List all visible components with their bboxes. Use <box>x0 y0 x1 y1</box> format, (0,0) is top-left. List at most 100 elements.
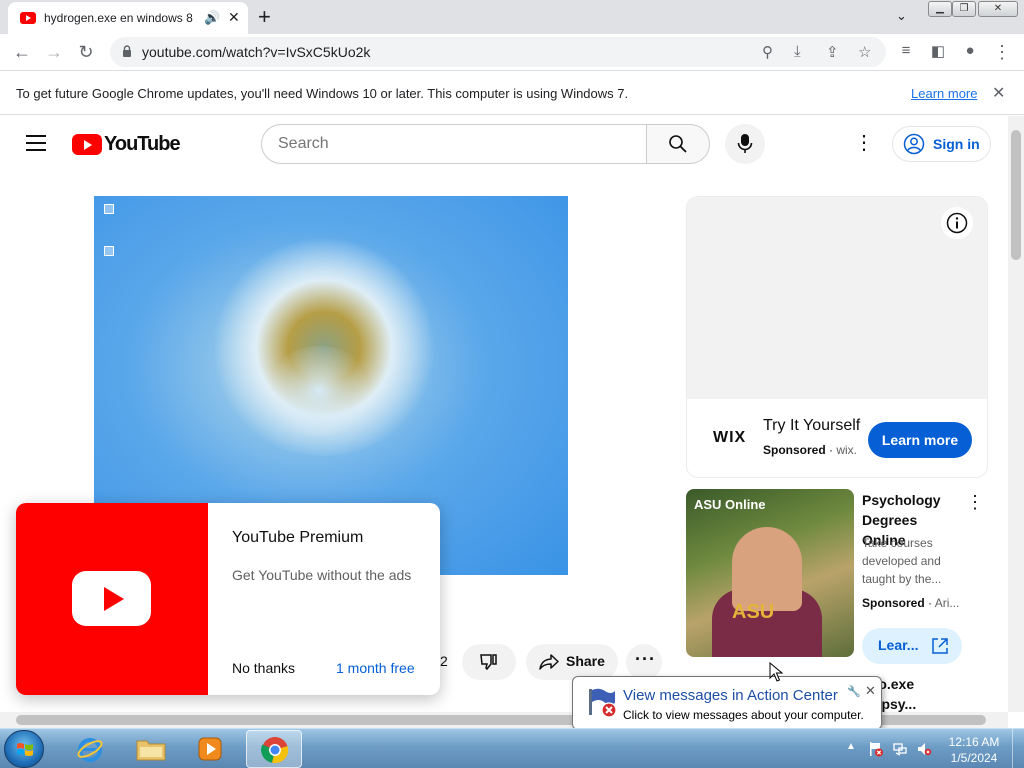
desktop-icon <box>104 246 114 256</box>
reload-icon[interactable]: ↻ <box>76 42 96 63</box>
settings-more-icon[interactable]: ⋮ <box>852 132 876 156</box>
windows-explorer-taskbar-button[interactable] <box>122 730 178 768</box>
share-label: Share <box>566 653 605 669</box>
browser-toolbar: ← → ↻ youtube.com/watch?v=IvSxC5kUo2k ⚲ … <box>0 34 1024 71</box>
account-circle-icon <box>903 133 925 155</box>
action-center-balloon[interactable]: View messages in Action Center Click to … <box>572 676 882 743</box>
install-app-icon[interactable]: ⤓ <box>794 43 801 60</box>
share-button[interactable]: Share <box>526 644 618 680</box>
youtube-play-logo-icon <box>72 134 102 155</box>
restore-button[interactable]: ❐ <box>952 1 976 17</box>
sign-in-button[interactable]: Sign in <box>892 126 991 162</box>
balloon-close-icon[interactable]: ✕ <box>865 683 876 699</box>
address-bar[interactable]: youtube.com/watch?v=IvSxC5kUo2k ⚲ ⤓ ⇪ ☆ <box>110 37 886 67</box>
share-page-icon[interactable]: ⇪ <box>826 43 839 61</box>
speaker-icon[interactable]: 🔊 <box>204 10 220 26</box>
tab-close-icon[interactable]: ✕ <box>228 9 240 26</box>
vertical-scroll-thumb[interactable] <box>1011 130 1021 260</box>
media-player-icon <box>198 737 222 761</box>
minimize-button[interactable]: ▁ <box>928 1 952 17</box>
ad-brand-logo: WIX <box>713 429 747 446</box>
ad-headline[interactable]: Try It Yourself <box>763 417 863 435</box>
back-arrow-icon[interactable]: ← <box>12 42 32 63</box>
external-link-icon <box>932 638 948 654</box>
media-player-taskbar-button[interactable] <box>182 730 238 768</box>
tab-strip: hydrogen.exe en windows 8 🔊 ✕ + ⌄ ▁ ❐ ✕ <box>0 0 1024 34</box>
promo-thumb-person <box>732 527 802 611</box>
windows-taskbar: ▲ 12:16 AM 1/5/2024 <box>0 728 1024 768</box>
youtube-logo-text: YouTube <box>104 133 181 155</box>
tray-expand-icon[interactable]: ▲ <box>846 741 856 752</box>
show-desktop-button[interactable] <box>1012 729 1024 768</box>
mouse-cursor-icon <box>769 662 783 682</box>
premium-promo-popup: YouTube Premium Get YouTube without the … <box>16 503 440 695</box>
media-control-icon[interactable]: ≡ <box>896 42 916 59</box>
wrench-icon[interactable]: 🔧 <box>847 685 861 698</box>
browser-tab[interactable]: hydrogen.exe en windows 8 🔊 ✕ <box>8 2 248 34</box>
start-button[interactable] <box>4 730 44 768</box>
youtube-favicon-icon <box>20 12 36 24</box>
network-icon[interactable] <box>892 741 908 757</box>
ad-card: WIX Try It Yourself Sponsored · wix. Lea… <box>686 196 988 478</box>
hamburger-menu-icon[interactable] <box>26 135 46 151</box>
zoom-search-icon[interactable]: ⚲ <box>762 43 773 61</box>
promo-more-icon[interactable]: ⋮ <box>966 492 984 513</box>
internet-explorer-icon <box>77 738 103 762</box>
vertical-scrollbar[interactable] <box>1008 116 1024 712</box>
youtube-page: YouTube ⋮ Sign in 2 <box>0 116 1008 712</box>
premium-title: YouTube Premium <box>232 529 364 546</box>
lock-icon <box>123 45 131 57</box>
forward-arrow-icon[interactable]: → <box>44 42 64 63</box>
balloon-text: Click to view messages about your comput… <box>623 708 864 722</box>
volume-muted-icon[interactable] <box>916 741 932 757</box>
folder-icon <box>136 740 166 761</box>
free-trial-button[interactable]: 1 month free <box>336 660 415 676</box>
url-text: youtube.com/watch?v=IvSxC5kUo2k <box>142 44 371 60</box>
no-thanks-button[interactable]: No thanks <box>232 660 295 676</box>
balloon-title[interactable]: View messages in Action Center <box>623 687 838 704</box>
infobar-close-icon[interactable]: ✕ <box>992 83 1005 103</box>
action-center-flag-icon <box>589 688 617 718</box>
action-center-tray-icon[interactable] <box>868 741 884 757</box>
bookmark-star-icon[interactable]: ☆ <box>858 43 871 61</box>
promo-thumb-shirt-text: ASU <box>732 601 775 623</box>
tab-search-chevron-icon[interactable]: ⌄ <box>896 8 907 24</box>
infobar-message: To get future Google Chrome updates, you… <box>16 86 629 101</box>
premium-subtitle: Get YouTube without the ads <box>232 567 412 583</box>
side-panel-icon[interactable]: ◧ <box>928 42 948 60</box>
microphone-icon <box>737 134 753 153</box>
search-button[interactable] <box>646 124 710 164</box>
more-actions-button[interactable]: ··· <box>626 644 662 680</box>
promo-learn-more-button[interactable]: Lear... <box>862 628 962 664</box>
more-dots-icon: ··· <box>635 649 656 669</box>
promo-thumb-brand: ASU Online <box>694 497 766 512</box>
voice-search-button[interactable] <box>725 124 765 164</box>
promo-learn-label: Lear... <box>878 637 919 653</box>
search-box[interactable] <box>261 124 647 164</box>
clock-time[interactable]: 12:16 AM <box>944 735 1004 749</box>
search-input[interactable] <box>278 135 638 153</box>
clock-date[interactable]: 1/5/2024 <box>944 751 1004 765</box>
desktop-icon <box>104 204 114 214</box>
search-icon <box>669 135 687 153</box>
chrome-icon <box>261 737 289 764</box>
share-arrow-icon <box>539 654 559 670</box>
ad-learn-more-button[interactable]: Learn more <box>868 422 972 458</box>
promo-thumbnail[interactable]: ASU Online ASU <box>686 489 854 657</box>
new-tab-button[interactable]: + <box>258 4 271 30</box>
premium-banner <box>16 503 208 695</box>
info-icon <box>946 212 968 234</box>
ad-info-button[interactable] <box>941 207 973 239</box>
internet-explorer-taskbar-button[interactable] <box>62 730 118 768</box>
google-chrome-taskbar-button[interactable] <box>246 730 302 768</box>
chrome-menu-icon[interactable]: ⋮ <box>992 42 1012 63</box>
infobar-learn-more-link[interactable]: Learn more <box>911 86 977 101</box>
dislike-button[interactable] <box>462 644 516 680</box>
video-frame-highlight <box>264 346 374 436</box>
promo-sponsored-label: Sponsored · Ari... <box>862 596 960 610</box>
profile-icon[interactable]: ● <box>960 42 980 59</box>
window-close-button[interactable]: ✕ <box>978 1 1018 17</box>
ad-sponsored-label: Sponsored · wix. <box>763 443 858 457</box>
youtube-logo[interactable]: YouTube <box>72 133 192 155</box>
ad-media[interactable] <box>687 197 987 399</box>
